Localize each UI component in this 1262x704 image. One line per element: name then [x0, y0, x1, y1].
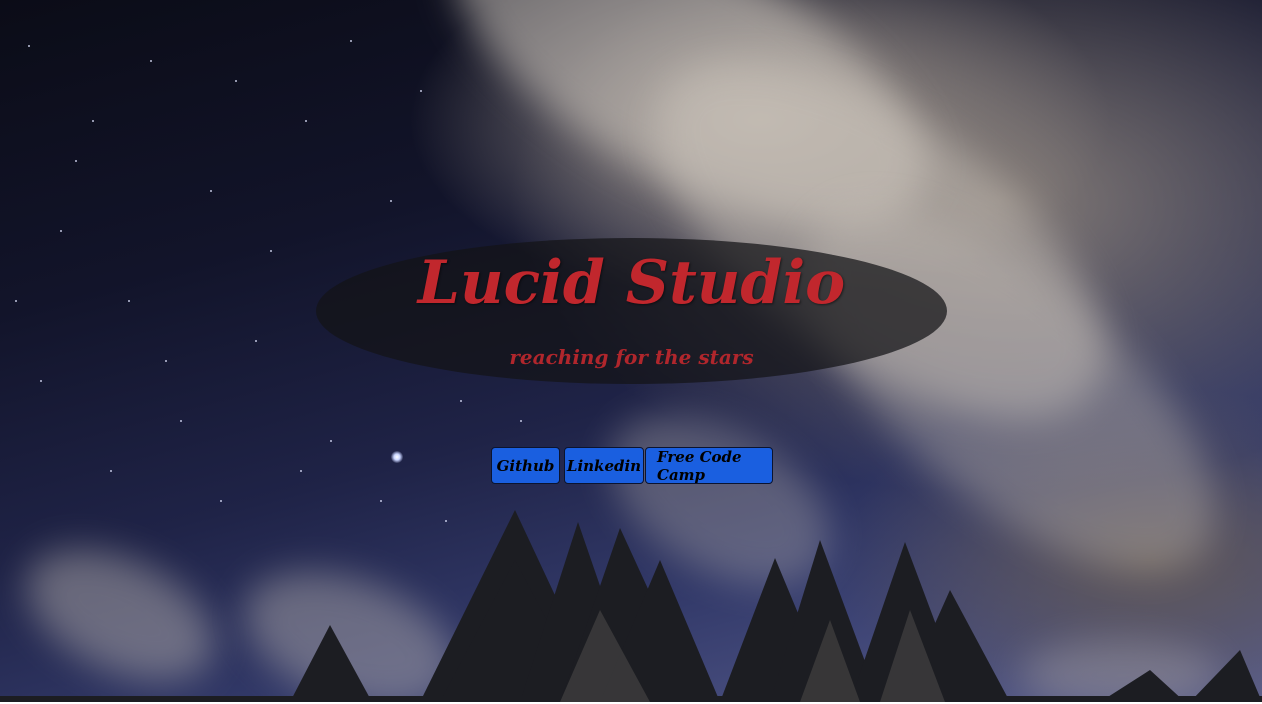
pine-trees-silhouette: [0, 510, 1262, 702]
bright-star: [391, 451, 403, 463]
tagline: reaching for the stars: [509, 345, 754, 369]
site-title: Lucid Studio: [417, 248, 846, 318]
link-button-group: Github Linkedin Free Code Camp: [491, 447, 773, 484]
github-button[interactable]: Github: [491, 447, 560, 484]
linkedin-button[interactable]: Linkedin: [564, 447, 644, 484]
free-code-camp-button[interactable]: Free Code Camp: [645, 447, 773, 484]
